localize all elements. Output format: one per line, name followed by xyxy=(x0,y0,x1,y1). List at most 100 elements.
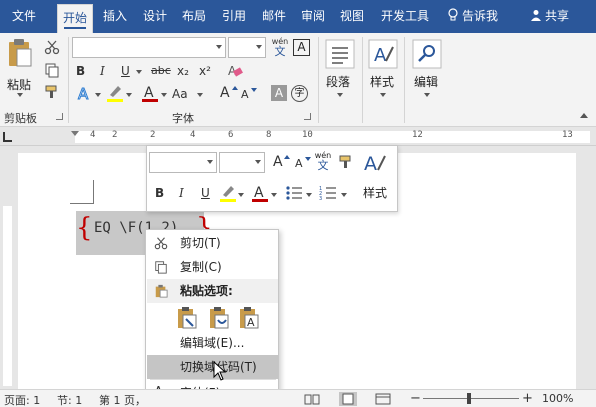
change-case-button[interactable]: Aa xyxy=(172,85,188,103)
phonetic-char: 文 xyxy=(317,159,329,172)
vertical-ruler[interactable] xyxy=(0,148,15,388)
zoom-slider[interactable] xyxy=(423,393,519,404)
chevron-down-icon[interactable] xyxy=(136,70,142,74)
zoom-slider-thumb[interactable] xyxy=(467,393,471,404)
mouse-pointer-icon xyxy=(213,361,227,381)
enclose-characters-button[interactable]: 字 xyxy=(291,85,308,102)
web-layout-icon[interactable] xyxy=(375,393,391,405)
chevron-down-icon[interactable] xyxy=(126,93,132,97)
tab-references[interactable]: 引用 xyxy=(218,0,250,33)
format-painter-icon[interactable] xyxy=(44,84,60,100)
menu-item-edit-field[interactable]: 编辑域(E)... xyxy=(147,331,278,355)
format-painter-icon[interactable] xyxy=(338,154,354,170)
copy-icon[interactable] xyxy=(44,62,60,78)
font-size-combo[interactable] xyxy=(228,37,266,58)
bullets-icon[interactable] xyxy=(285,185,303,201)
paste-button[interactable]: 粘贴 xyxy=(5,38,35,97)
ribbon: 粘贴 剪贴板 wén 文 A B I U abc x₂ x² A A A Aa … xyxy=(0,33,596,127)
status-page-count[interactable]: 第 1 页， xyxy=(99,392,146,407)
zoom-level[interactable]: 100% xyxy=(542,392,573,405)
paragraph-icon xyxy=(325,39,355,69)
highlight-icon[interactable] xyxy=(106,83,124,103)
paste-merge-formatting-icon[interactable] xyxy=(208,306,230,330)
tab-design[interactable]: 设计 xyxy=(139,0,171,33)
read-mode-icon[interactable] xyxy=(304,393,320,405)
mini-underline-button[interactable]: U xyxy=(201,184,210,202)
zoom-in-button[interactable]: + xyxy=(522,391,533,406)
tab-mailings[interactable]: 邮件 xyxy=(258,0,290,33)
paragraph-button[interactable]: 段落 xyxy=(322,37,358,103)
mini-italic-button[interactable]: I xyxy=(179,184,184,202)
chevron-down-icon[interactable] xyxy=(161,93,167,97)
font-launcher-icon[interactable] xyxy=(304,113,311,120)
character-shading-button[interactable]: A xyxy=(271,85,287,101)
mini-bold-button[interactable]: B xyxy=(155,184,164,202)
font-color-icon[interactable]: A xyxy=(141,83,159,103)
chevron-down-icon[interactable] xyxy=(341,193,347,197)
tab-insert[interactable]: 插入 xyxy=(99,0,131,33)
bold-button[interactable]: B xyxy=(76,62,85,80)
highlight-icon[interactable] xyxy=(219,183,237,203)
styles-button[interactable]: A 样式 xyxy=(366,37,400,103)
chevron-down-icon[interactable] xyxy=(271,193,277,197)
print-layout-icon[interactable] xyxy=(339,392,357,406)
paste-text-only-icon[interactable]: A xyxy=(238,306,260,330)
chevron-down-icon xyxy=(337,93,343,97)
collapse-ribbon-icon[interactable] xyxy=(580,113,588,118)
tab-view[interactable]: 视图 xyxy=(336,0,368,33)
margin-corner-mark xyxy=(70,203,94,204)
clipboard-launcher-icon[interactable] xyxy=(56,113,63,120)
svg-text:A: A xyxy=(247,316,255,329)
font-name-combo[interactable] xyxy=(72,37,226,58)
tab-review[interactable]: 审阅 xyxy=(297,0,329,33)
tab-home[interactable]: 开始 xyxy=(57,4,93,33)
cut-icon[interactable] xyxy=(44,39,60,55)
status-page[interactable]: 页面: 1 xyxy=(4,392,40,407)
styles-label: 样式 xyxy=(370,75,395,89)
paste-keep-formatting-icon[interactable] xyxy=(176,306,198,330)
italic-button[interactable]: I xyxy=(100,62,105,80)
clear-formatting-icon[interactable]: A xyxy=(226,63,244,79)
mini-font-size-combo[interactable] xyxy=(219,152,265,173)
ruler-tick-label: 10 xyxy=(302,130,313,140)
tab-developer[interactable]: 开发工具 xyxy=(376,0,434,33)
svg-text:A: A xyxy=(254,185,264,201)
strikethrough-button[interactable]: abc xyxy=(151,62,171,80)
tab-stop-selector-icon[interactable] xyxy=(3,132,12,142)
menu-item-edit-field-label: 编辑域(E)... xyxy=(180,336,245,350)
grow-font-button[interactable]: A xyxy=(220,84,230,102)
underline-button[interactable]: U xyxy=(121,62,130,80)
mini-grow-font-button[interactable]: A xyxy=(273,153,283,171)
shrink-font-button[interactable]: A xyxy=(241,86,249,104)
superscript-button[interactable]: x² xyxy=(199,62,211,80)
mini-styles-button[interactable]: A 样式 xyxy=(359,150,395,208)
menu-item-copy[interactable]: 复制(C) xyxy=(147,255,278,279)
mini-shrink-font-button[interactable]: A xyxy=(295,155,303,173)
svg-text:A: A xyxy=(364,153,377,175)
mini-font-name-combo[interactable] xyxy=(149,152,217,173)
editing-button[interactable]: 编辑 xyxy=(410,37,444,103)
mini-phonetic-button[interactable]: wén 文 xyxy=(314,151,332,172)
chevron-down-icon[interactable] xyxy=(95,93,101,97)
font-color-icon[interactable]: A xyxy=(251,183,269,203)
chevron-down-icon[interactable] xyxy=(197,93,203,97)
caret-down-icon xyxy=(305,157,311,161)
tell-me-box[interactable]: 告诉我 xyxy=(447,0,498,33)
ruler-tick-label: 4 xyxy=(90,130,96,140)
subscript-button[interactable]: x₂ xyxy=(177,62,189,80)
horizontal-ruler[interactable]: 4 2 2 4 6 8 10 12 13 xyxy=(0,128,596,146)
text-effects-icon[interactable]: A xyxy=(76,84,94,103)
chevron-down-icon xyxy=(216,45,222,49)
phonetic-guide-button[interactable]: wén 文 xyxy=(270,37,290,59)
status-section[interactable]: 节: 1 xyxy=(57,392,82,407)
zoom-out-button[interactable]: − xyxy=(410,391,421,406)
chevron-down-icon[interactable] xyxy=(306,193,312,197)
menu-item-cut[interactable]: 剪切(T) xyxy=(147,231,278,255)
numbering-icon[interactable]: 123 xyxy=(319,185,337,201)
indent-marker-icon[interactable] xyxy=(71,131,79,136)
chevron-down-icon[interactable] xyxy=(238,193,244,197)
tab-layout[interactable]: 布局 xyxy=(178,0,210,33)
enclosed-character-button[interactable]: A xyxy=(293,39,310,56)
share-button[interactable]: 共享 xyxy=(530,0,569,33)
tab-file[interactable]: 文件 xyxy=(4,0,44,33)
